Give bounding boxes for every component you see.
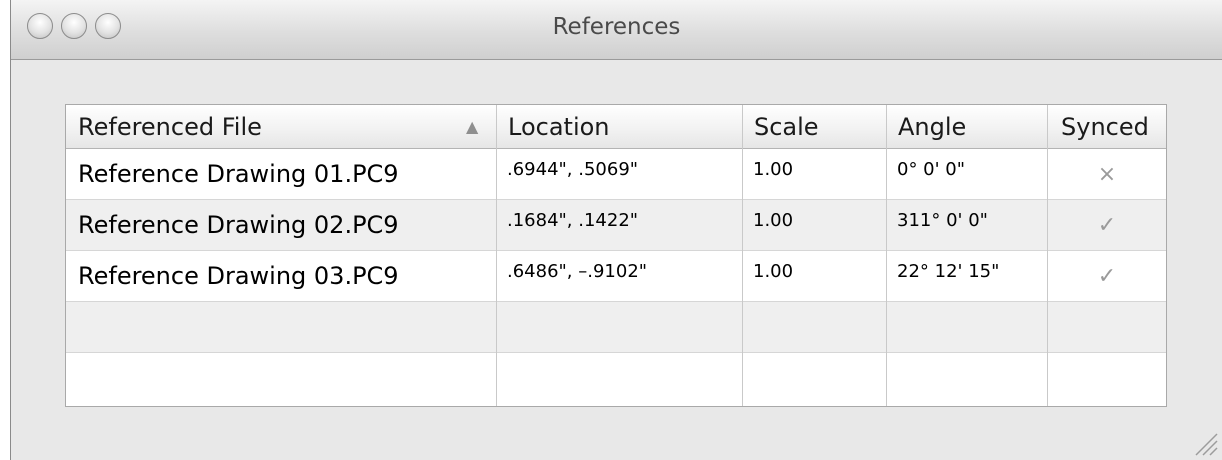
empty-table-row[interactable] [66,302,1166,353]
table-row[interactable]: Reference Drawing 02.PC9 .1684", .1422" … [66,200,1166,251]
title-bar[interactable]: References [11,0,1222,60]
column-divider [742,105,743,406]
referenced-file-cell: Reference Drawing 02.PC9 [78,211,399,239]
table-row[interactable]: Reference Drawing 03.PC9 .6486", –.9102"… [66,251,1166,302]
column-divider [886,105,887,406]
column-header-synced[interactable]: Synced [1047,105,1167,149]
window-title: References [552,14,681,40]
row-divider [66,352,1166,353]
scale-cell: 1.00 [753,159,794,180]
synced-check-icon[interactable]: ✓ [1047,251,1167,302]
referenced-file-cell: Reference Drawing 03.PC9 [78,262,399,290]
column-header-location[interactable]: Location [496,105,742,149]
column-header-angle[interactable]: Angle [886,105,1047,149]
synced-check-icon[interactable]: ✓ [1047,200,1167,251]
empty-table-row[interactable] [66,353,1166,406]
row-divider [66,199,1166,200]
sort-ascending-icon[interactable]: ▲ [466,105,478,149]
column-header-referenced-file[interactable]: Referenced File [66,105,496,149]
row-divider [66,250,1166,251]
scale-cell: 1.00 [753,210,794,231]
location-cell: .6486", –.9102" [507,261,648,282]
references-table[interactable]: Referenced File ▲ Location Scale Angle S… [65,104,1167,407]
not-synced-icon[interactable]: × [1047,149,1167,200]
angle-cell: 311° 0' 0" [897,210,988,231]
column-divider [496,105,497,406]
resize-grip-icon[interactable] [1190,428,1218,456]
location-cell: .1684", .1422" [507,210,639,231]
location-cell: .6944", .5069" [507,159,639,180]
references-window: References Referenced File ▲ Location Sc… [10,0,1222,460]
column-header-scale[interactable]: Scale [742,105,886,149]
row-divider [66,301,1166,302]
angle-cell: 0° 0' 0" [897,159,966,180]
column-divider [1047,105,1048,406]
table-header: Referenced File ▲ Location Scale Angle S… [66,105,1166,149]
table-row[interactable]: Reference Drawing 01.PC9 .6944", .5069" … [66,149,1166,200]
scale-cell: 1.00 [753,261,794,282]
angle-cell: 22° 12' 15" [897,261,1000,282]
referenced-file-cell: Reference Drawing 01.PC9 [78,160,399,188]
